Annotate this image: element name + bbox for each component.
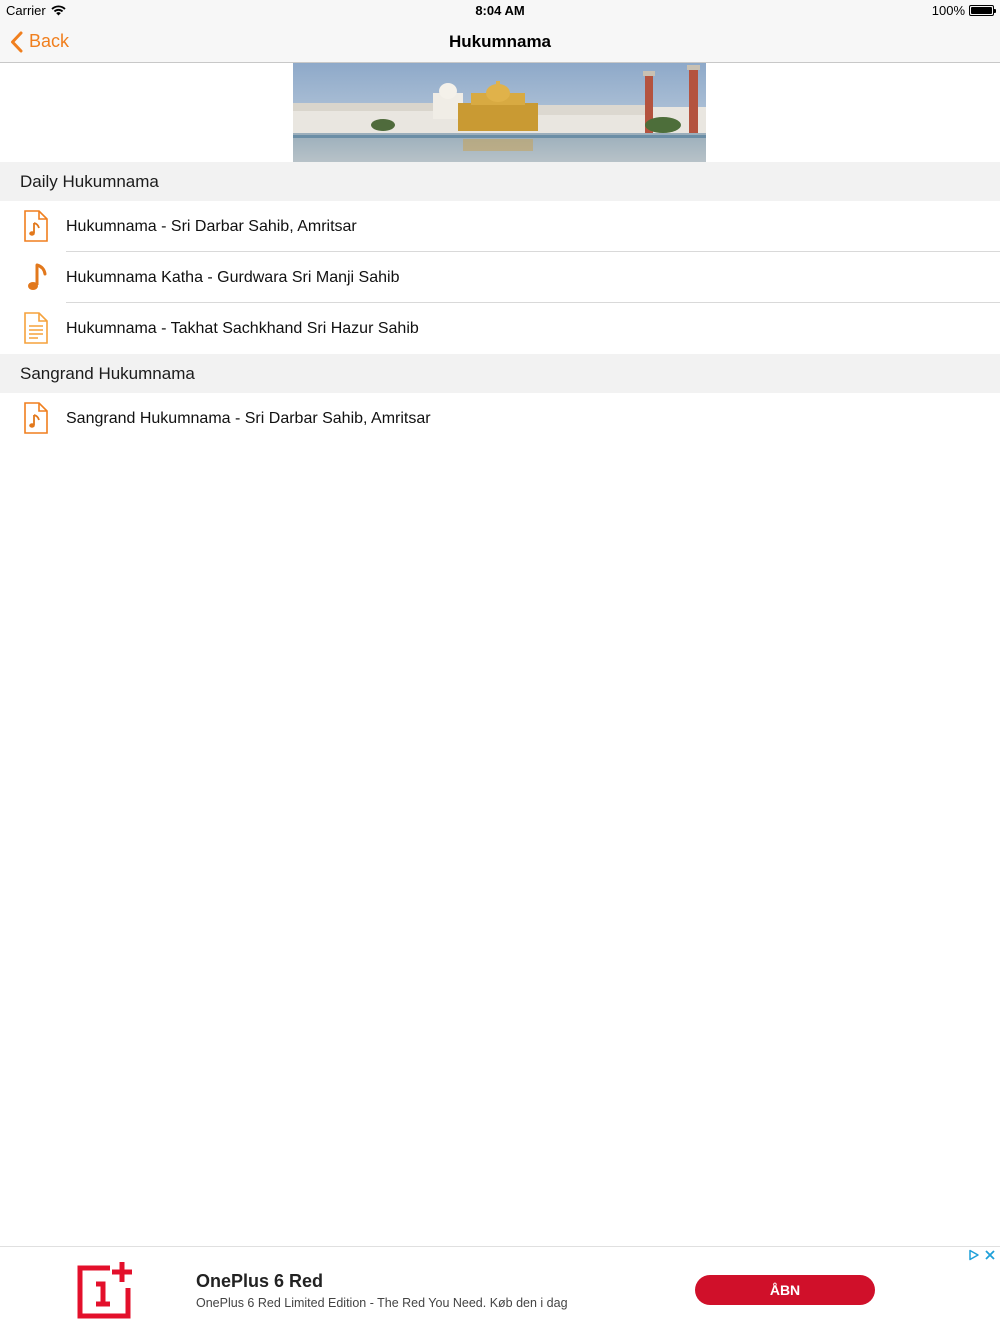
list-item-label: Hukumnama Katha - Gurdwara Sri Manji Sah… <box>66 269 400 286</box>
audio-file-icon <box>24 210 48 242</box>
audio-file-icon <box>24 402 48 434</box>
ad-title: OnePlus 6 Red <box>196 1271 324 1291</box>
golden-temple-banner-image <box>293 63 706 162</box>
ad-subtitle: OnePlus 6 Red Limited Edition - The Red … <box>196 1296 568 1310</box>
clock: 8:04 AM <box>475 3 525 18</box>
list-item-label: Sangrand Hukumnama - Sri Darbar Sahib, A… <box>66 410 431 427</box>
oneplus-logo-icon <box>77 1262 132 1319</box>
list-item[interactable]: Hukumnama - Sri Darbar Sahib, Amritsar <box>0 201 1000 252</box>
app-screen: Carrier 8:04 AM 100% Back Hukumnama Dail… <box>0 0 1000 1334</box>
section-header-sangrand: Sangrand Hukumnama <box>0 354 1000 393</box>
ad-choices[interactable] <box>968 1249 996 1261</box>
ad-banner[interactable]: OnePlus 6 Red OnePlus 6 Red Limited Edit… <box>0 1246 1000 1334</box>
navigation-bar: Back Hukumnama <box>0 20 1000 63</box>
section-header-daily: Daily Hukumnama <box>0 162 1000 201</box>
list-item[interactable]: Hukumnama - Takhat Sachkhand Sri Hazur S… <box>0 303 1000 354</box>
battery-percent: 100% <box>931 3 965 18</box>
close-icon[interactable] <box>984 1249 996 1261</box>
ad-open-button[interactable]: ÅBN <box>695 1275 875 1305</box>
adchoices-icon[interactable] <box>968 1249 980 1261</box>
text-file-icon <box>24 312 48 344</box>
battery-indicator: 100% <box>931 3 996 18</box>
banner-area <box>0 63 1000 162</box>
list-item[interactable]: Hukumnama Katha - Gurdwara Sri Manji Sah… <box>0 252 1000 303</box>
music-note-icon <box>28 263 47 290</box>
status-bar: Carrier 8:04 AM 100% <box>0 0 1000 20</box>
list-item[interactable]: Sangrand Hukumnama - Sri Darbar Sahib, A… <box>0 393 1000 444</box>
list-item-label: Hukumnama - Takhat Sachkhand Sri Hazur S… <box>66 320 419 337</box>
battery-icon <box>969 5 996 16</box>
page-title: Hukumnama <box>448 32 552 51</box>
list-item-label: Hukumnama - Sri Darbar Sahib, Amritsar <box>66 218 357 235</box>
